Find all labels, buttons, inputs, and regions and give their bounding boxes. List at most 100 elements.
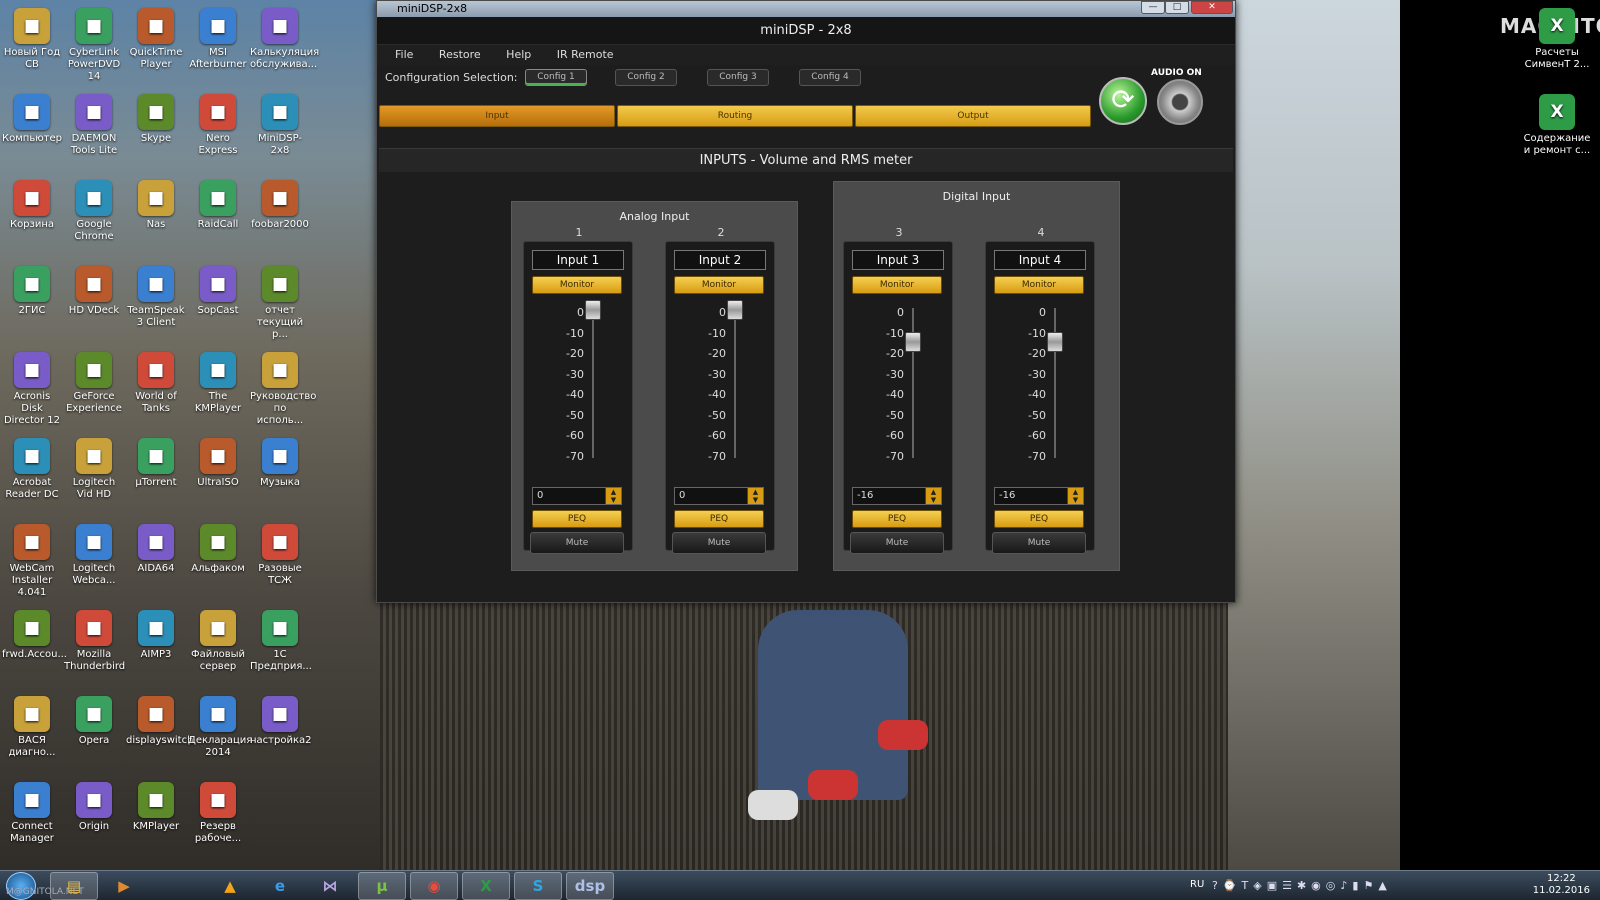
desktop-icon[interactable]: ■ Skype xyxy=(126,90,186,172)
excel-icon[interactable]: X xyxy=(462,872,510,900)
minidsp-icon[interactable]: dsp xyxy=(566,872,614,900)
desktop-icon[interactable]: ■ настройка2 xyxy=(250,692,311,774)
channel-name[interactable]: Input 3 xyxy=(852,250,944,270)
gain-input[interactable]: -16 ▲ ▼ xyxy=(852,487,942,505)
config-3-button[interactable]: Config 3 xyxy=(707,69,769,86)
desktop-icon[interactable]: ■ Opera xyxy=(64,692,124,774)
desktop-icon[interactable]: ■ Резерв рабоче... xyxy=(188,778,248,860)
desktop-icon[interactable]: ■ Google Chrome xyxy=(64,176,124,258)
menu-file[interactable]: File xyxy=(395,45,413,65)
monitor-button[interactable]: Monitor xyxy=(994,276,1084,294)
desktop-icon[interactable]: ■ Музыка xyxy=(250,434,310,516)
skype-icon[interactable]: S xyxy=(514,872,562,900)
desktop-icon[interactable]: ■ Nas xyxy=(126,176,186,258)
utorrent-icon[interactable]: µ xyxy=(358,872,406,900)
channel-name[interactable]: Input 4 xyxy=(994,250,1086,270)
tab-routing[interactable]: Routing xyxy=(617,105,853,127)
config-1-button[interactable]: Config 1 xyxy=(525,69,587,86)
desktop-icon[interactable]: ■ WebCam Installer 4.041 xyxy=(2,520,62,602)
desktop-icon[interactable]: ■ 2ГИС xyxy=(2,262,62,344)
kmplayer-icon[interactable]: ⋈ xyxy=(306,872,354,900)
desktop-icon[interactable]: ■ MiniDSP-2x8 xyxy=(250,90,310,172)
mute-button[interactable]: Mute xyxy=(530,532,624,554)
desktop-icon[interactable]: ■ Acrobat Reader DC xyxy=(2,434,62,516)
desktop-icon[interactable]: X Расчеты СимвенТ 2... xyxy=(1522,4,1592,86)
desktop-icon[interactable]: ■ Logitech Webca... xyxy=(64,520,124,602)
maximize-button[interactable]: □ xyxy=(1165,1,1189,14)
desktop-icon[interactable]: ■ Acronis Disk Director 12 xyxy=(2,348,62,430)
desktop-icon[interactable]: ■ Origin xyxy=(64,778,124,860)
spinner-arrows-icon[interactable]: ▲ ▼ xyxy=(925,488,941,504)
aimp-icon[interactable]: ▲ xyxy=(206,872,254,900)
ie-icon[interactable]: e xyxy=(256,872,304,900)
desktop-icon[interactable]: ■ µTorrent xyxy=(126,434,186,516)
desktop-icon[interactable]: ■ foobar2000 xyxy=(250,176,310,258)
close-button[interactable]: ✕ xyxy=(1191,1,1233,14)
mute-button[interactable]: Mute xyxy=(672,532,766,554)
desktop-icon[interactable]: ■ 1С Предприя... xyxy=(250,606,312,688)
fader-knob[interactable] xyxy=(727,300,743,320)
desktop-icon[interactable]: ■ Разовые ТСЖ xyxy=(250,520,310,602)
monitor-button[interactable]: Monitor xyxy=(532,276,622,294)
monitor-button[interactable]: Monitor xyxy=(852,276,942,294)
desktop-icon[interactable]: ■ CyberLink PowerDVD 14 xyxy=(64,4,124,86)
desktop-icon[interactable]: ■ Корзина xyxy=(2,176,62,258)
desktop-icon[interactable]: ■ RaidCall xyxy=(188,176,248,258)
fader-knob[interactable] xyxy=(1047,332,1063,352)
desktop-icon[interactable]: ■ SopCast xyxy=(188,262,248,344)
desktop-icon[interactable]: ■ Компьютер xyxy=(2,90,62,172)
peq-button[interactable]: PEQ xyxy=(532,510,622,528)
clock[interactable]: 12:22 11.02.2016 xyxy=(1533,873,1590,897)
desktop-icon[interactable]: ■ Connect Manager xyxy=(2,778,62,860)
window-titlebar[interactable]: miniDSP-2x8 — □ ✕ xyxy=(377,1,1235,17)
mute-button[interactable]: Mute xyxy=(850,532,944,554)
desktop-icon[interactable]: ■ Калькуляция обслужива... xyxy=(250,4,319,86)
menu-ir-remote[interactable]: IR Remote xyxy=(557,45,614,65)
desktop-icon[interactable]: ■ HD VDeck xyxy=(64,262,124,344)
desktop-icon[interactable]: ■ displayswitch xyxy=(126,692,193,774)
language-indicator[interactable]: RU xyxy=(1190,879,1204,890)
menu-restore[interactable]: Restore xyxy=(439,45,481,65)
desktop-icon[interactable]: ■ Nero Express xyxy=(188,90,248,172)
refresh-icon[interactable]: ⟳ xyxy=(1099,77,1147,125)
channel-name[interactable]: Input 1 xyxy=(532,250,624,270)
tab-output[interactable]: Output xyxy=(855,105,1091,127)
desktop-icon[interactable]: ■ Декларация 2014 xyxy=(188,692,252,774)
power-icon[interactable] xyxy=(1157,79,1203,125)
minimize-button[interactable]: — xyxy=(1141,1,1165,14)
desktop-icon[interactable]: ■ AIDA64 xyxy=(126,520,186,602)
desktop-icon[interactable]: ■ frwd.Accou... xyxy=(2,606,67,688)
chrome-icon[interactable]: ◉ xyxy=(410,872,458,900)
fader-knob[interactable] xyxy=(585,300,601,320)
desktop-icon[interactable]: ■ Файловый сервер xyxy=(188,606,248,688)
desktop-icon[interactable]: ■ Руководство по исполь... xyxy=(250,348,316,430)
desktop-icon[interactable]: ■ GeForce Experience xyxy=(64,348,124,430)
mute-button[interactable]: Mute xyxy=(992,532,1086,554)
desktop-icon[interactable]: ■ World of Tanks xyxy=(126,348,186,430)
desktop-icon[interactable]: ■ Альфаком xyxy=(188,520,248,602)
peq-button[interactable]: PEQ xyxy=(994,510,1084,528)
menu-help[interactable]: Help xyxy=(506,45,531,65)
desktop-icon[interactable]: ■ Logitech Vid HD xyxy=(64,434,124,516)
peq-button[interactable]: PEQ xyxy=(852,510,942,528)
gain-input[interactable]: -16 ▲ ▼ xyxy=(994,487,1084,505)
spinner-arrows-icon[interactable]: ▲ ▼ xyxy=(605,488,621,504)
desktop-icon[interactable]: ■ The KMPlayer xyxy=(188,348,248,430)
monitor-button[interactable]: Monitor xyxy=(674,276,764,294)
gain-input[interactable]: 0 ▲ ▼ xyxy=(674,487,764,505)
desktop-icon[interactable]: ■ отчет текущий р... xyxy=(250,262,310,344)
spinner-arrows-icon[interactable]: ▲ ▼ xyxy=(1067,488,1083,504)
desktop-icon[interactable]: ■ ВАСЯ диагно... xyxy=(2,692,62,774)
desktop-icon[interactable]: ■ DAEMON Tools Lite xyxy=(64,90,124,172)
config-2-button[interactable]: Config 2 xyxy=(615,69,677,86)
desktop-icon[interactable]: ■ TeamSpeak 3 Client xyxy=(126,262,186,344)
tab-input[interactable]: Input xyxy=(379,105,615,127)
media-player-icon[interactable]: ▶ xyxy=(100,872,148,900)
desktop-icon[interactable]: ■ UltraISO xyxy=(188,434,248,516)
desktop-icon[interactable]: ■ Новый Год СВ xyxy=(2,4,62,86)
desktop-icon[interactable]: X Содержание и ремонт с... xyxy=(1522,90,1592,172)
desktop-icon[interactable]: ■ KMPlayer xyxy=(126,778,186,860)
desktop-icon[interactable]: ■ MSI Afterburner xyxy=(188,4,248,86)
tray-icons[interactable]: ?⌚T◈▣☰✱◉◎♪▮⚑▲ xyxy=(1212,879,1392,892)
peq-button[interactable]: PEQ xyxy=(674,510,764,528)
